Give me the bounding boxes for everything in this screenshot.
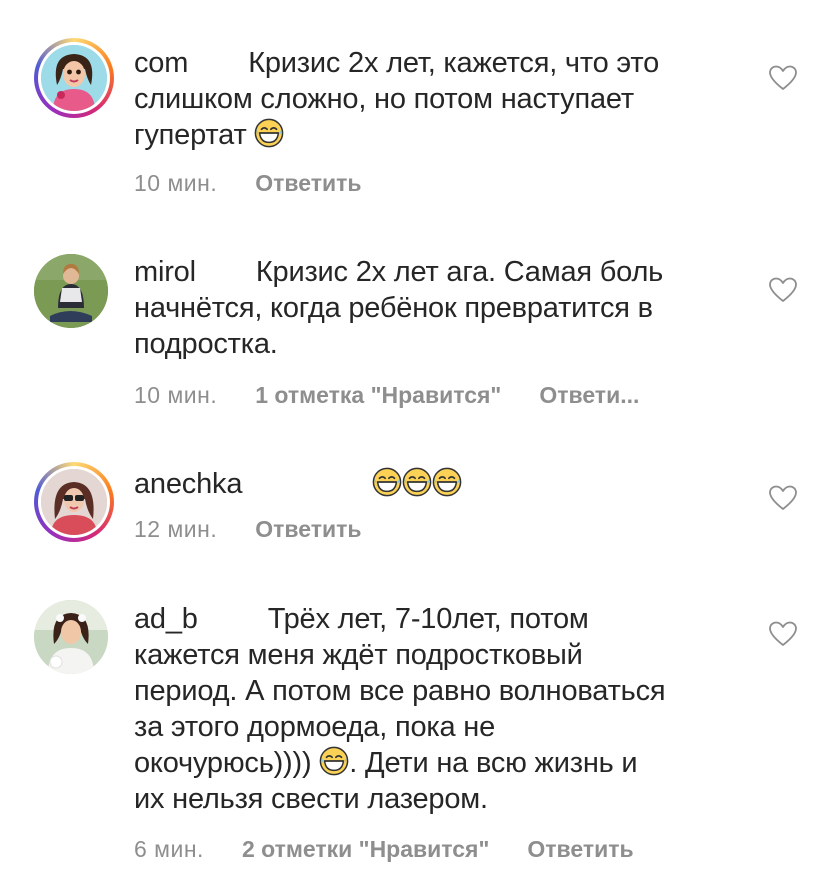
comment-line: Трёх лет, 7-10лет, потом xyxy=(267,603,589,635)
comment-line: . Дети на всю жизнь и xyxy=(349,747,638,779)
comment-line: слишком сложно, но потом наступает xyxy=(134,83,634,115)
comment-username[interactable]: com xyxy=(134,47,188,79)
avatar[interactable] xyxy=(34,38,114,118)
likes-count[interactable]: 2 отметки "Нравится" xyxy=(242,836,489,862)
comment-text: anechka xyxy=(134,466,734,502)
comment-line: период. А потом все равно волноваться xyxy=(134,675,666,707)
comment-time: 12 мин. xyxy=(134,516,218,542)
woman-sitting-grass-avatar-image xyxy=(34,254,108,328)
laughing-tears-emoji xyxy=(432,467,462,497)
comment-line: подростка. xyxy=(134,328,278,360)
avatar[interactable] xyxy=(34,254,114,334)
comment-line: их нельзя свести лазером. xyxy=(134,783,488,815)
comment-line: начнётся, когда ребёнок превратится в xyxy=(134,292,653,324)
comment-time: 10 мин. xyxy=(134,170,218,196)
likes-count[interactable]: 1 отметка "Нравится" xyxy=(255,382,501,408)
heart-outline-icon[interactable] xyxy=(768,276,798,304)
heart-outline-icon[interactable] xyxy=(768,620,798,648)
comment-line: окочурюсь)))) xyxy=(134,747,312,779)
avatar[interactable] xyxy=(34,600,114,680)
comment-meta: 10 мин. 1 отметка "Нравится" Ответи... xyxy=(134,382,639,409)
laughing-tears-emoji xyxy=(402,467,432,497)
comment-meta: 10 мин. Ответить xyxy=(134,170,362,197)
comment-text: com Кризис 2х лет, кажется, что это слишк… xyxy=(134,45,734,153)
laughing-tears-emoji xyxy=(254,118,284,148)
comment-time: 10 мин. xyxy=(134,382,218,408)
comment-username[interactable]: anechka xyxy=(134,468,242,500)
comment-time: 6 мин. xyxy=(134,836,204,862)
reply-button[interactable]: Ответить xyxy=(527,836,633,862)
cartoon-woman-avatar-image xyxy=(41,45,107,111)
heart-outline-icon[interactable] xyxy=(768,484,798,512)
comment-text: ad_b Трёх лет, 7-10лет, потом кажется мен… xyxy=(134,601,734,817)
comment-line: Кризис 2х лет ага. Самая боль xyxy=(255,256,664,288)
comment-username[interactable]: ad_b xyxy=(134,603,198,635)
laughing-tears-emoji xyxy=(319,746,349,776)
laughing-tears-emoji xyxy=(372,467,402,497)
comment-username[interactable]: mirol xyxy=(134,256,196,288)
comment-meta: 6 мин. 2 отметки "Нравится" Ответить xyxy=(134,836,634,863)
bride-avatar-image xyxy=(34,600,108,674)
avatar[interactable] xyxy=(34,462,114,542)
comment-meta: 12 мин. Ответить xyxy=(134,516,362,543)
reply-button[interactable]: Ответить xyxy=(255,170,361,196)
comment-line: гупертат xyxy=(134,119,247,151)
comment-line: за этого дормоеда, пока не xyxy=(134,711,496,743)
comment-line: Кризис 2х лет, кажется, что это xyxy=(248,47,660,79)
comment-text: mirol Кризис 2х лет ага. Самая боль начнё… xyxy=(134,254,734,362)
reply-button[interactable]: Ответи... xyxy=(539,382,639,408)
comment-line: кажется меня ждёт подростковый xyxy=(134,639,583,671)
reply-button[interactable]: Ответить xyxy=(255,516,361,542)
woman-sunglasses-avatar-image xyxy=(41,469,107,535)
heart-outline-icon[interactable] xyxy=(768,64,798,92)
